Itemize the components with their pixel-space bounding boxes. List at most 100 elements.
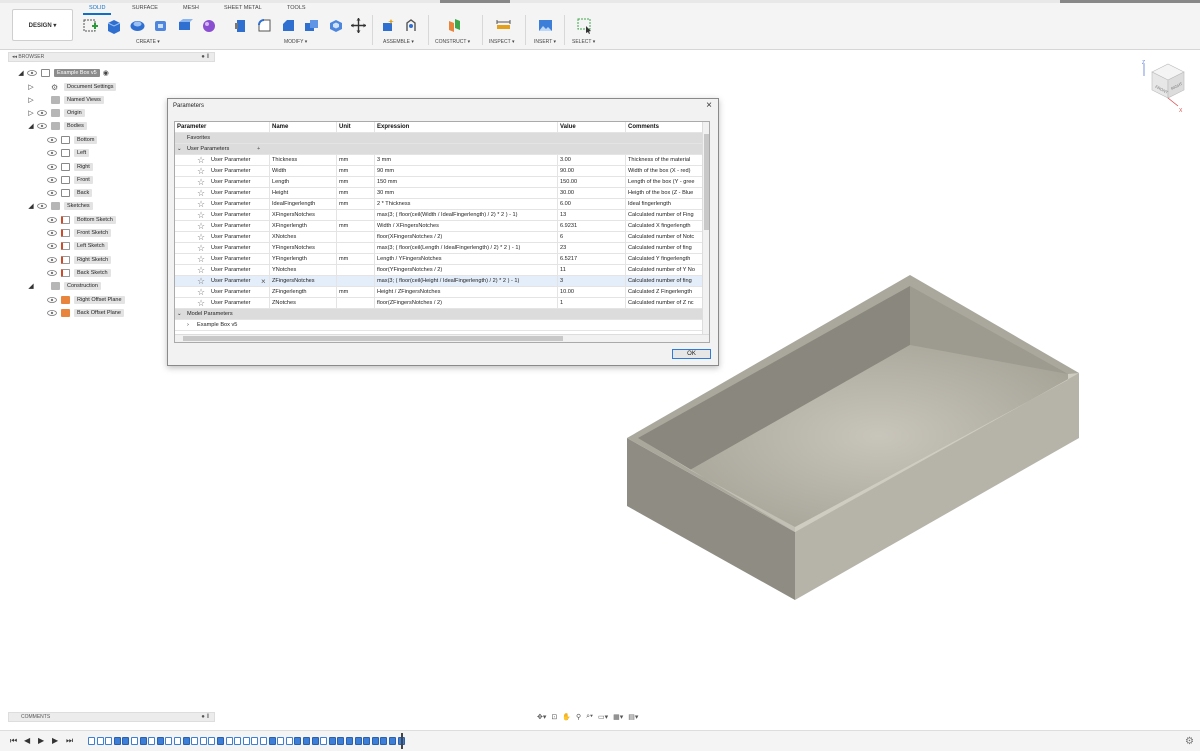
ok-button[interactable]: OK — [672, 349, 711, 359]
cell-unit[interactable]: mm — [337, 166, 375, 177]
timeline-feature-icon[interactable] — [354, 737, 362, 745]
favorites-group-row[interactable]: Favorites — [175, 133, 703, 144]
timeline-sketch-icon[interactable] — [131, 737, 138, 745]
vertical-scrollbar[interactable] — [702, 122, 709, 336]
cell-unit[interactable] — [337, 243, 375, 254]
cell-unit[interactable]: mm — [337, 254, 375, 265]
cell-comment[interactable]: Length of the box (Y - gree — [626, 177, 703, 188]
table-row[interactable]: ☆ User Parameter YNotches floor(YFingersNot… — [175, 265, 703, 276]
favorite-star-icon[interactable]: ☆ — [197, 177, 205, 188]
timeline-feature-icon[interactable] — [346, 737, 353, 745]
timeline-feature-icon[interactable] — [389, 737, 396, 745]
play-icon[interactable]: ▶ — [38, 736, 44, 745]
cell-expr[interactable]: 2 * Thickness — [375, 199, 558, 210]
cell-name[interactable]: Width — [270, 166, 337, 177]
favorite-star-icon[interactable]: ☆ — [197, 155, 205, 166]
cell-comment[interactable]: Calculated number of Notc — [626, 232, 703, 243]
horizontal-scrollbar[interactable] — [175, 334, 709, 342]
cell-unit[interactable] — [337, 232, 375, 243]
pan-icon[interactable]: ✋ — [562, 713, 571, 721]
step-back-icon[interactable]: ◀ — [24, 736, 30, 745]
cell-expr[interactable]: 150 mm — [375, 177, 558, 188]
favorite-star-icon[interactable]: ☆ — [197, 166, 205, 177]
col-expression[interactable]: Expression — [375, 122, 558, 133]
timeline-sketch-icon[interactable] — [165, 737, 173, 745]
table-row[interactable]: ☆ User Parameter YFingersNotches max(3; ( f… — [175, 243, 703, 254]
cell-comment[interactable]: Calculated number of fing — [626, 276, 703, 287]
timeline-feature-icon[interactable] — [328, 737, 336, 745]
go-to-start-icon[interactable]: ⏮ — [10, 736, 17, 746]
cell-comment[interactable]: Calculated number of Fing — [626, 210, 703, 221]
timeline-sketch-icon[interactable] — [242, 737, 250, 745]
step-forward-icon[interactable]: ▶ — [52, 736, 58, 745]
cell-comment[interactable]: Width of the box (X - red) — [626, 166, 703, 177]
go-to-end-icon[interactable]: ⏭ — [66, 736, 73, 746]
timeline-sketch-icon[interactable] — [251, 737, 259, 745]
timeline-feature-icon[interactable] — [268, 737, 276, 745]
cell-unit[interactable] — [337, 210, 375, 221]
timeline-sketch-icon[interactable] — [88, 737, 95, 745]
zoom-icon[interactable]: ⚲ — [576, 713, 581, 721]
favorite-star-icon[interactable]: ☆ — [197, 265, 205, 276]
favorite-star-icon[interactable]: ☆ — [197, 188, 205, 199]
cell-comment[interactable]: Ideal fingerlength — [626, 199, 703, 210]
col-parameter[interactable]: Parameter — [175, 122, 270, 133]
table-row[interactable]: ☆ User Parameter Thickness mm 3 mm 3.00 Thickn… — [175, 155, 703, 166]
cell-name[interactable]: XFingersNotches — [270, 210, 337, 221]
cell-expr[interactable]: 3 mm — [375, 155, 558, 166]
cell-name[interactable]: XFingerlength — [270, 221, 337, 232]
timeline-sketch-icon[interactable] — [234, 737, 242, 745]
timeline-sketch-icon[interactable] — [320, 737, 328, 745]
cell-unit[interactable] — [337, 265, 375, 276]
timeline-sketch-icon[interactable] — [199, 737, 207, 745]
table-row[interactable]: ☆ User Parameter IdealFingerlength mm 2 * Th… — [175, 199, 703, 210]
favorite-star-icon[interactable]: ☆ — [197, 199, 205, 210]
table-row[interactable]: ☆ User Parameter Length mm 150 mm 150.00 Lengt… — [175, 177, 703, 188]
table-row[interactable]: ☆ User Parameter Height mm 30 mm 30.00 Heigth … — [175, 188, 703, 199]
timeline-sketch-icon[interactable] — [191, 737, 199, 745]
table-row[interactable]: ☆ User Parameter XNotches floor(XFingersNot… — [175, 232, 703, 243]
cell-comment[interactable]: Thickness of the material — [626, 155, 703, 166]
timeline-feature-icon[interactable] — [139, 737, 147, 745]
cell-comment[interactable]: Calculated Z Fingerlength — [626, 287, 703, 298]
favorite-star-icon[interactable]: ☆ — [197, 243, 205, 254]
timeline-feature-icon[interactable] — [311, 737, 319, 745]
timeline-feature-icon[interactable] — [371, 737, 379, 745]
cell-unit[interactable]: mm — [337, 177, 375, 188]
cell-comment[interactable]: Calculated number of Z nc — [626, 298, 703, 309]
timeline-feature-icon[interactable] — [156, 737, 164, 745]
cell-unit[interactable] — [337, 298, 375, 309]
cell-unit[interactable] — [337, 276, 375, 287]
timeline-feature-icon[interactable] — [337, 737, 345, 745]
cell-comment[interactable]: Calculated number of Y No — [626, 265, 703, 276]
look-at-icon[interactable]: ⊡ — [551, 713, 557, 721]
timeline-feature-icon[interactable] — [303, 737, 310, 745]
col-comments[interactable]: Comments — [626, 122, 703, 133]
close-icon[interactable]: × — [706, 100, 712, 111]
cell-name[interactable]: YFingerlength — [270, 254, 337, 265]
table-row[interactable]: ☆ User Parameter ZFingerlength mm Height / Z… — [175, 287, 703, 298]
cell-name[interactable]: ZNotches — [270, 298, 337, 309]
timeline-sketch-icon[interactable] — [174, 737, 181, 745]
timeline-sketch-icon[interactable] — [148, 737, 156, 745]
gear-icon[interactable]: ⚙ — [1185, 736, 1194, 747]
timeline-feature-icon[interactable] — [122, 737, 130, 745]
table-row[interactable]: ☆ User Parameter ZNotches floor(ZFingersNot… — [175, 298, 703, 309]
cell-expr[interactable]: floor(YFingersNotches / 2) — [375, 265, 558, 276]
cell-expr[interactable]: max(3; ( floor(ceil(Height / IdealFinger… — [375, 276, 558, 287]
cell-name[interactable]: XNotches — [270, 232, 337, 243]
cell-comment[interactable]: Heigth of the box (Z - Blue — [626, 188, 703, 199]
user-parameters-group-row[interactable]: ⌄ User Parameters + — [175, 144, 703, 155]
timeline-sketch-icon[interactable] — [96, 737, 104, 745]
add-parameter-icon[interactable]: + — [255, 144, 270, 155]
cell-name[interactable]: IdealFingerlength — [270, 199, 337, 210]
cell-name[interactable]: YFingersNotches — [270, 243, 337, 254]
cell-comment[interactable]: Calculated X fingerlength — [626, 221, 703, 232]
table-row[interactable]: ☆ User Parameter XFingerlength mm Width / XF… — [175, 221, 703, 232]
cell-unit[interactable]: mm — [337, 287, 375, 298]
timeline-feature-icon[interactable] — [363, 737, 371, 745]
model-item-row[interactable]: › Example Box v5 — [175, 320, 703, 331]
table-row[interactable]: ☆ User Parameter ZFingersNotches max(3; ( f… — [175, 276, 703, 287]
cell-expr[interactable]: Length / YFingersNotches — [375, 254, 558, 265]
cell-expr[interactable]: Height / ZFingersNotches — [375, 287, 558, 298]
